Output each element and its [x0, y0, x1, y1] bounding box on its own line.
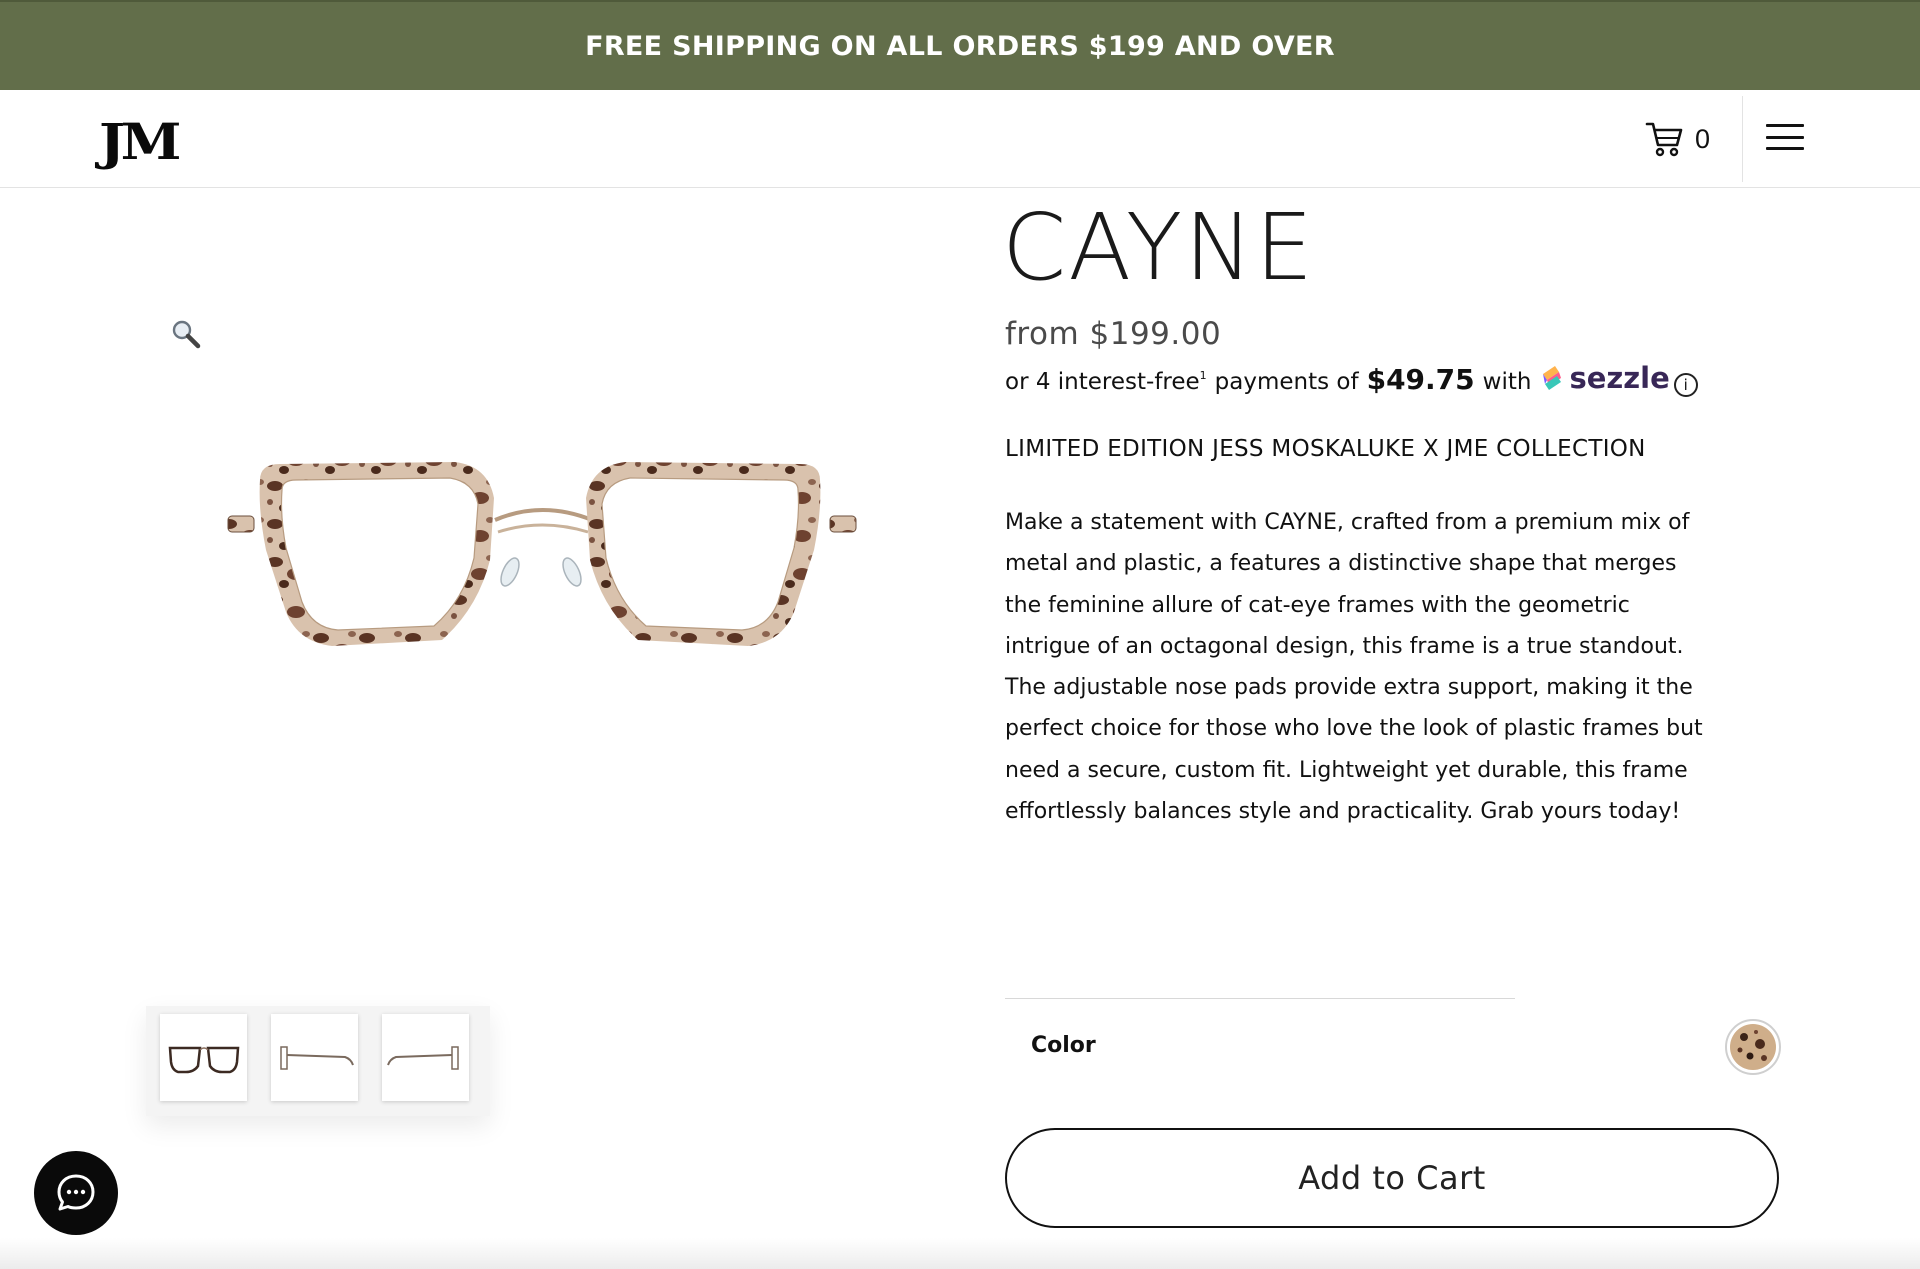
sezzle-mark-icon: [1543, 366, 1562, 390]
installment-amount: $49.75: [1366, 363, 1475, 396]
thumbnail-front[interactable]: [160, 1014, 247, 1101]
eyeglasses-image: [227, 462, 857, 646]
collection-subtitle: LIMITED EDITION JESS MOSKALUKE X JME COL…: [1005, 436, 1646, 462]
description-line: metal and plastic, a features a distinct…: [1005, 551, 1677, 577]
installments-footnote: 1: [1199, 369, 1207, 382]
description-line: The adjustable nose pads provide extra s…: [1005, 675, 1693, 701]
cart-count: 0: [1695, 123, 1711, 154]
cart-button[interactable]: 0: [1645, 116, 1720, 162]
product-main-image[interactable]: [220, 440, 860, 700]
sezzle-wordmark: sezzle: [1569, 361, 1670, 395]
header-divider: [1742, 96, 1743, 182]
option-divider: [1005, 998, 1515, 999]
temple-view-thumbnail: [386, 1045, 459, 1070]
front-view-thumbnail: [168, 1046, 239, 1073]
product-price: from $199.00: [1005, 316, 1222, 352]
cart-icon: [1645, 122, 1683, 157]
installments-middle: payments of: [1214, 369, 1359, 395]
chat-bubble-icon: [57, 1174, 95, 1211]
product-description: Make a statement with CAYNE, crafted fro…: [1005, 502, 1795, 832]
side-view-thumbnail: [279, 1045, 354, 1070]
description-line: effortlessly balances style and practica…: [1005, 799, 1681, 825]
description-line: intrigue of an octagonal design, this fr…: [1005, 633, 1684, 659]
site-header: JM 0: [0, 90, 1920, 188]
sezzle-installments: or 4 interest-free 1 payments of $49.75 …: [1005, 358, 1698, 397]
menu-button[interactable]: [1766, 120, 1804, 154]
color-option-label: Color: [1031, 1033, 1096, 1058]
product-title: CAYNE: [1002, 194, 1316, 301]
thumbnail-side[interactable]: [271, 1014, 358, 1101]
installments-prefix: or 4 interest-free: [1005, 369, 1200, 395]
bottom-shadow: [0, 1238, 1920, 1269]
hamburger-menu-icon: [1766, 124, 1804, 127]
description-line: perfect choice for those who love the lo…: [1005, 716, 1703, 742]
promo-banner: FREE SHIPPING ON ALL ORDERS $199 AND OVE…: [0, 0, 1920, 90]
brand-logo[interactable]: JM: [99, 112, 182, 171]
description-line: Make a statement with CAYNE, crafted fro…: [1005, 510, 1690, 535]
zoom-button[interactable]: [170, 318, 202, 350]
description-line: the feminine allure of cat-eye frames wi…: [1005, 592, 1630, 618]
chat-button[interactable]: [34, 1151, 118, 1235]
magnifier-icon: [172, 320, 201, 349]
add-to-cart-button[interactable]: Add to Cart: [1005, 1128, 1779, 1228]
thumbnail-strip: [146, 1006, 490, 1116]
description-line: need a secure, custom fit. Lightweight y…: [1005, 757, 1688, 783]
promo-text: FREE SHIPPING ON ALL ORDERS $199 AND OVE…: [585, 30, 1335, 62]
color-swatch-tortoise[interactable]: [1725, 1019, 1781, 1075]
info-icon[interactable]: i: [1673, 373, 1698, 397]
sezzle-logo[interactable]: sezzle: [1539, 361, 1670, 395]
installments-with: with: [1482, 369, 1532, 395]
tortoise-swatch-icon: [1730, 1024, 1776, 1070]
thumbnail-temple[interactable]: [382, 1014, 469, 1101]
